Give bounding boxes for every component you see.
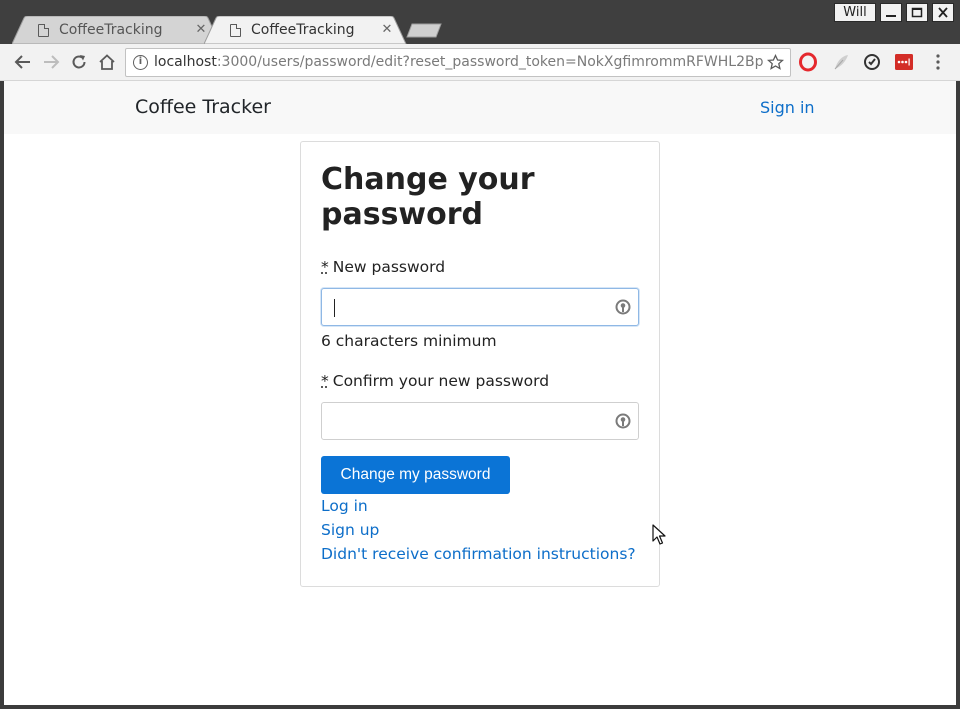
- page-title: Change your password: [321, 162, 535, 232]
- site-navbar: Coffee Tracker Sign in: [4, 81, 956, 134]
- tab-title: CoffeeTracking: [251, 22, 355, 38]
- opera-icon[interactable]: [798, 52, 818, 72]
- required-marker: *: [321, 258, 329, 276]
- document-icon: [230, 23, 241, 37]
- document-icon: [38, 23, 49, 37]
- tab-inactive[interactable]: CoffeeTracking ✕: [12, 16, 222, 44]
- tab-close-icon[interactable]: ✕: [380, 23, 394, 37]
- brand-link[interactable]: Coffee Tracker: [135, 96, 271, 118]
- close-window-button[interactable]: [932, 3, 954, 22]
- new-password-input[interactable]: [321, 288, 639, 326]
- home-button[interactable]: [95, 50, 119, 74]
- star-icon[interactable]: [767, 54, 784, 71]
- password-hint: 6 characters minimum: [321, 332, 497, 350]
- minimize-icon: [886, 15, 896, 17]
- change-password-button[interactable]: Change my password: [321, 456, 510, 494]
- info-icon[interactable]: i: [133, 55, 148, 70]
- url-path: :3000/users/password/edit?reset_password…: [216, 54, 764, 70]
- page-viewport: Coffee Tracker Sign in Change your passw…: [4, 81, 956, 705]
- confirm-password-label-text: Confirm your new password: [332, 372, 550, 390]
- address-bar[interactable]: i localhost:3000/users/password/edit?res…: [125, 48, 791, 77]
- required-marker: *: [321, 372, 329, 390]
- change-password-card: Change your password * New password 6 cha…: [300, 141, 660, 587]
- browser-toolbar: i localhost:3000/users/password/edit?res…: [0, 44, 960, 81]
- back-button[interactable]: [11, 50, 35, 74]
- mouse-cursor-icon: [652, 524, 666, 545]
- tab-active[interactable]: CoffeeTracking ✕: [204, 16, 408, 44]
- arrow-left-icon: [14, 55, 30, 69]
- url-text: localhost:3000/users/password/edit?reset…: [154, 54, 763, 70]
- home-icon: [99, 54, 115, 70]
- reload-icon: [72, 55, 86, 69]
- sign-up-link[interactable]: Sign up: [321, 521, 379, 539]
- feather-icon[interactable]: [831, 52, 851, 72]
- forward-button[interactable]: [39, 50, 63, 74]
- sync-icon[interactable]: [862, 52, 882, 72]
- new-tab-button[interactable]: [406, 23, 442, 38]
- tab-title: CoffeeTracking: [59, 22, 163, 38]
- browser-titlebar: CoffeeTracking ✕ CoffeeTracking ✕ Will: [0, 0, 960, 44]
- confirm-password-input[interactable]: [321, 402, 639, 440]
- resend-confirmation-link[interactable]: Didn't receive confirmation instructions…: [321, 545, 636, 563]
- minimize-button[interactable]: [880, 3, 902, 22]
- arrow-right-icon: [44, 55, 60, 69]
- tab-content: CoffeeTracking: [38, 16, 194, 44]
- log-in-link[interactable]: Log in: [321, 497, 368, 515]
- tab-content: CoffeeTracking: [230, 16, 380, 44]
- lastpass-icon[interactable]: [894, 52, 914, 72]
- close-icon: [938, 7, 948, 18]
- maximize-button[interactable]: [906, 3, 928, 22]
- sign-in-link[interactable]: Sign in: [760, 98, 815, 117]
- profile-button[interactable]: Will: [834, 3, 876, 22]
- maximize-icon: [911, 7, 923, 18]
- text-caret: [334, 299, 335, 317]
- new-password-label-text: New password: [332, 258, 446, 276]
- password-manager-icon[interactable]: [614, 412, 632, 430]
- reload-button[interactable]: [67, 50, 91, 74]
- kebab-menu-icon[interactable]: [928, 52, 948, 72]
- password-manager-icon[interactable]: [614, 298, 632, 316]
- confirm-password-label: * Confirm your new password: [321, 372, 549, 390]
- url-host: localhost: [154, 54, 217, 70]
- new-password-label: * New password: [321, 258, 445, 276]
